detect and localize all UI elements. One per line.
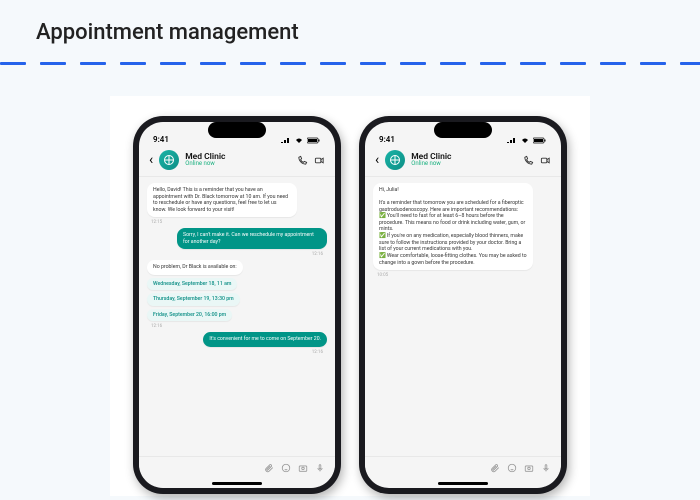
attach-icon[interactable] bbox=[490, 463, 500, 473]
status-indicators bbox=[281, 137, 321, 144]
battery-icon bbox=[533, 137, 547, 144]
phone-screen: 9:41 ‹ Med Clinic Online now bbox=[139, 122, 335, 488]
battery-icon bbox=[307, 137, 321, 144]
chat-header: ‹ Med Clinic Online now bbox=[139, 146, 335, 177]
avatar[interactable] bbox=[159, 150, 179, 170]
option-button[interactable]: Friday, September 20, 16:00 pm bbox=[147, 309, 232, 322]
phone-stage: 9:41 ‹ Med Clinic Online now bbox=[110, 96, 590, 496]
option-button[interactable]: Thursday, September 19, 13:30 pm bbox=[147, 293, 240, 306]
dashed-divider bbox=[0, 62, 700, 65]
option-button[interactable]: Wednesday, September 18, 11 am bbox=[147, 278, 237, 291]
wifi-icon bbox=[520, 137, 530, 144]
section-title: Appointment management bbox=[36, 20, 299, 45]
wifi-icon bbox=[294, 137, 304, 144]
video-icon[interactable] bbox=[314, 155, 325, 166]
status-time: 9:41 bbox=[153, 135, 169, 144]
phone-mockup-right: 9:41 ‹ Med Clinic Online now bbox=[359, 116, 567, 494]
status-time: 9:41 bbox=[379, 135, 395, 144]
camera-icon[interactable] bbox=[524, 463, 534, 473]
msg-time: 12:16 bbox=[308, 350, 327, 355]
back-icon[interactable]: ‹ bbox=[149, 152, 153, 168]
chat-header: ‹ Med Clinic Online now bbox=[365, 146, 561, 177]
msg-received: Hello, David! This is a reminder that yo… bbox=[147, 183, 297, 217]
phone-notch bbox=[434, 122, 492, 138]
attach-icon[interactable] bbox=[264, 463, 274, 473]
mic-icon[interactable] bbox=[541, 463, 551, 473]
camera-icon[interactable] bbox=[298, 463, 308, 473]
chat-status: Online now bbox=[185, 161, 291, 167]
phone-notch bbox=[208, 122, 266, 138]
msg-time: 12:15 bbox=[147, 220, 162, 225]
msg-sent: Sorry, I can't make it. Can we reschedul… bbox=[177, 228, 327, 249]
back-icon[interactable]: ‹ bbox=[375, 152, 379, 168]
home-indicator bbox=[365, 478, 561, 488]
video-icon[interactable] bbox=[540, 155, 551, 166]
chat-status: Online now bbox=[411, 161, 517, 167]
message-list: Hi, Julia! It's a reminder that tomorrow… bbox=[365, 177, 561, 456]
input-toolbar bbox=[139, 456, 335, 478]
status-indicators bbox=[507, 137, 547, 144]
call-icon[interactable] bbox=[523, 155, 534, 166]
phone-mockup-left: 9:41 ‹ Med Clinic Online now bbox=[133, 116, 341, 494]
home-indicator bbox=[139, 478, 335, 488]
msg-time: 10:05 bbox=[373, 273, 388, 278]
call-icon[interactable] bbox=[297, 155, 308, 166]
signal-icon bbox=[281, 137, 291, 144]
msg-received: Hi, Julia! It's a reminder that tomorrow… bbox=[373, 183, 533, 270]
msg-time: 12:16 bbox=[147, 324, 162, 329]
message-list: Hello, David! This is a reminder that yo… bbox=[139, 177, 335, 456]
avatar[interactable] bbox=[385, 150, 405, 170]
emoji-icon[interactable] bbox=[281, 463, 291, 473]
emoji-icon[interactable] bbox=[507, 463, 517, 473]
signal-icon bbox=[507, 137, 517, 144]
msg-received: No problem, Dr Black is available on: bbox=[147, 260, 243, 275]
phone-screen: 9:41 ‹ Med Clinic Online now bbox=[365, 122, 561, 488]
input-toolbar bbox=[365, 456, 561, 478]
msg-sent: It's convenient for me to come on Septem… bbox=[203, 332, 327, 347]
mic-icon[interactable] bbox=[315, 463, 325, 473]
msg-time: 12:16 bbox=[308, 252, 327, 257]
